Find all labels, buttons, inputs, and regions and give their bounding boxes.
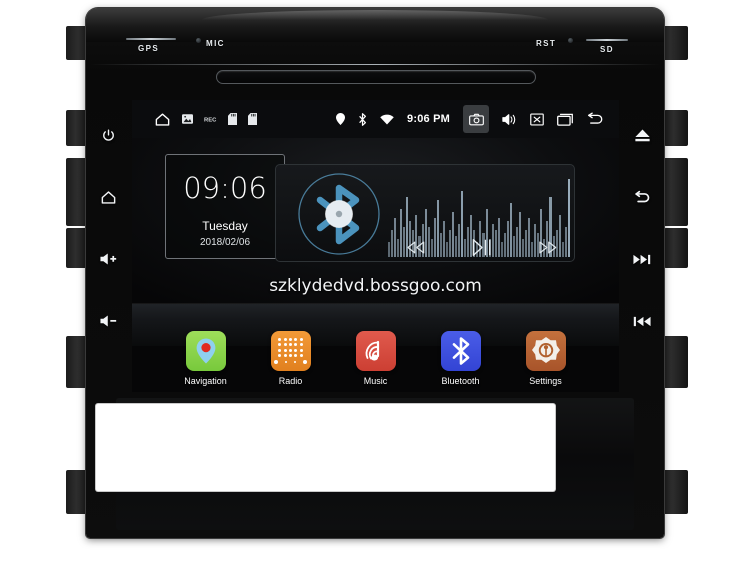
mounting-bracket-right-bottom <box>660 336 688 388</box>
close-icon[interactable] <box>530 112 544 126</box>
clock-widget-date: 2018/02/06 <box>199 237 251 248</box>
dash-opening-cutout <box>96 404 555 491</box>
bluetooth-disc-icon <box>294 169 384 259</box>
back-icon[interactable] <box>586 112 605 126</box>
android-status-bar: REC 9:06 PM <box>132 100 619 138</box>
svg-text:REC: REC <box>204 117 217 123</box>
app-label: Radio <box>278 376 303 386</box>
location-icon <box>336 113 346 125</box>
home-icon[interactable] <box>154 112 171 127</box>
next-track-button[interactable] <box>624 228 660 290</box>
gps-label: GPS <box>138 44 160 53</box>
home-screen-wallpaper: 09:06 Tuesday 2018/02/06 szklydedvd.boss… <box>132 138 619 392</box>
app-label: Music <box>363 376 388 386</box>
status-bar-left-group: REC <box>132 112 257 127</box>
app-label: Bluetooth <box>441 376 480 386</box>
hard-key-column-right <box>624 104 660 352</box>
status-bar-clock: 9:06 PM <box>407 113 450 125</box>
mic-hole <box>196 38 201 43</box>
lcd-screen[interactable]: REC 9:06 PM 09:06 Tuesday 2018/02/06 szk… <box>132 100 619 392</box>
product-photo-stage: GPS MIC RST SD REC 9:06 PM 09:06 Tuesday… <box>0 0 750 576</box>
clock-widget[interactable]: 09:06 Tuesday 2018/02/06 <box>165 154 285 259</box>
sd-card-slot <box>586 39 628 41</box>
home-button[interactable] <box>90 166 126 228</box>
power-button[interactable] <box>90 104 126 166</box>
silver-hairline-trim <box>90 64 660 65</box>
music-player-widget[interactable] <box>275 164 575 262</box>
bluetooth-icon <box>358 112 367 126</box>
sdcard-icon <box>228 113 237 125</box>
sd-label: SD <box>600 45 614 54</box>
mounting-bracket-right-foot <box>662 470 688 514</box>
screenshot-icon <box>182 114 193 124</box>
wifi-icon <box>380 114 394 125</box>
app-label: Navigation <box>184 376 227 386</box>
music-note-icon <box>355 331 396 371</box>
app-dock: Navigation Radio Music Bluetooth Setting… <box>132 331 619 386</box>
mounting-bracket-right-lower <box>664 228 688 268</box>
camera-icon[interactable] <box>463 105 489 133</box>
hard-key-column-left <box>90 104 126 352</box>
gear-icon <box>525 331 566 371</box>
eject-button[interactable] <box>624 104 660 166</box>
previous-icon[interactable] <box>406 240 426 255</box>
app-navigation[interactable]: Navigation <box>179 331 233 386</box>
app-music[interactable]: Music <box>349 331 403 386</box>
disc-slot[interactable] <box>216 70 536 84</box>
next-icon[interactable] <box>538 240 558 255</box>
mounting-bracket-right-mid <box>660 158 688 226</box>
volume-icon[interactable] <box>502 113 517 126</box>
volume-up-button[interactable] <box>90 228 126 290</box>
reset-hole <box>568 38 573 43</box>
gps-antenna-slot <box>126 38 176 40</box>
mic-label: MIC <box>206 39 225 48</box>
equalizer-bar <box>391 230 394 257</box>
watermark-text: szklydedvd.bossgoo.com <box>269 276 482 296</box>
transport-controls <box>394 238 570 257</box>
app-label: Settings <box>529 376 562 386</box>
clock-widget-day: Tuesday <box>202 219 248 233</box>
rec-icon: REC <box>204 116 217 123</box>
app-bluetooth[interactable]: Bluetooth <box>434 331 488 386</box>
clock-widget-time: 09:06 <box>183 171 267 205</box>
volume-down-button[interactable] <box>90 290 126 352</box>
status-bar-right-group: 9:06 PM <box>336 105 619 133</box>
rst-label: RST <box>536 39 557 48</box>
recents-icon[interactable] <box>557 113 573 126</box>
radio-grid-icon <box>270 331 311 371</box>
equalizer-bar <box>388 242 391 257</box>
mounting-bracket-right-upper <box>664 110 688 146</box>
back-button[interactable] <box>624 166 660 228</box>
bluetooth-icon <box>440 331 481 371</box>
gloss-top-strip <box>86 8 664 42</box>
play-pause-icon[interactable] <box>471 238 493 257</box>
app-radio[interactable]: Radio <box>264 331 318 386</box>
previous-track-button[interactable] <box>624 290 660 352</box>
app-settings[interactable]: Settings <box>519 331 573 386</box>
map-pin-icon <box>185 331 226 371</box>
sdcard2-icon <box>248 113 257 125</box>
